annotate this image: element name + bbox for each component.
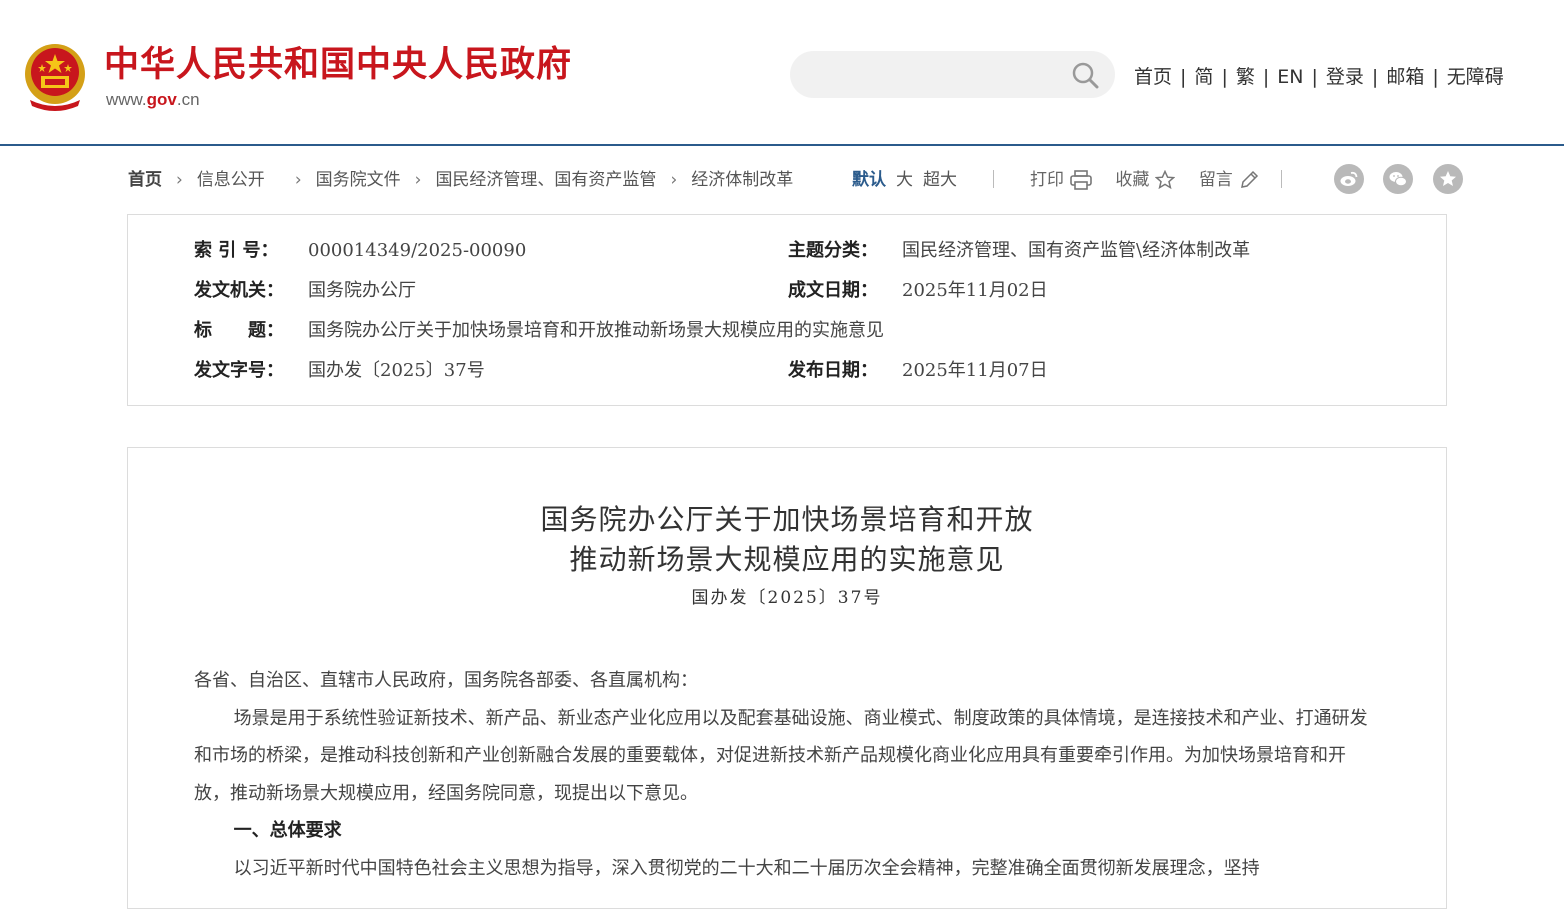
domain-gov: gov xyxy=(146,90,177,109)
info-value: 2025年11月07日 xyxy=(902,360,1048,381)
nav-separator: | xyxy=(1262,66,1270,88)
info-topic: 主题分类： 国民经济管理、国有资产监管\经济体制改革 xyxy=(788,239,1250,263)
info-value: 000014349/2025-00090 xyxy=(308,240,527,261)
toolbar-row: 首页 › 信息公开 › 国务院文件 › 国民经济管理、国有资产监管 › 经济体制改革 默认大超大… xyxy=(128,164,1463,194)
wechat-icon xyxy=(1389,172,1408,187)
section-heading: 一、总体要求 xyxy=(233,820,342,841)
site-header: 中华人民共和国中央人民政府 www.gov.cn 首页 | 简 | 繁 | EN | 登录 | 邮箱… xyxy=(0,0,1564,146)
breadcrumb-economic-reform[interactable]: 经济体制改革 xyxy=(691,166,793,194)
share-buttons xyxy=(1320,164,1463,203)
weibo-icon xyxy=(1340,171,1358,186)
document-info-box: 索 引 号： 000014349/2025-00090 主题分类： 国民经济管理、国… xyxy=(127,214,1447,406)
paragraph: 以习近平新时代中国特色社会主义思想为指导，深入贯彻党的二十大和二十届历次全会精神… xyxy=(233,857,1260,879)
site-title[interactable]: 中华人民共和国中央人民政府 xyxy=(104,42,572,88)
pencil-icon xyxy=(1240,170,1258,188)
divider xyxy=(1281,170,1282,188)
article-doc-number: 国办发〔2025〕37号 xyxy=(691,588,883,608)
favorite-share-button[interactable] xyxy=(1432,164,1463,194)
font-size-large[interactable]: 大 xyxy=(896,166,913,194)
nav-simplified[interactable]: 简 xyxy=(1194,64,1213,90)
domain-prefix: www. xyxy=(106,90,147,109)
nav-english[interactable]: EN xyxy=(1277,64,1303,90)
top-nav: 首页 | 简 | 繁 | EN | 登录 | 邮箱 | 无障碍 xyxy=(1134,64,1504,90)
article-tools: 打印 收藏 留言 xyxy=(1030,166,1277,194)
favorite-button[interactable]: 收藏 xyxy=(1115,166,1176,194)
info-label: 成文日期： xyxy=(788,280,878,301)
chevron-right-icon: › xyxy=(670,170,678,190)
info-label: 发文字号： xyxy=(194,360,284,381)
info-index: 索 引 号： 000014349/2025-00090 xyxy=(194,239,526,263)
chevron-right-icon: › xyxy=(294,170,302,190)
article-text: 各省、自治区、直辖市人民政府，国务院各部委、各直属机构： 场景是用于系统性验证新… xyxy=(194,662,1374,887)
weibo-share-button[interactable] xyxy=(1334,164,1364,194)
font-size-xlarge[interactable]: 超大 xyxy=(923,166,957,194)
print-button[interactable]: 打印 xyxy=(1030,166,1092,194)
nav-accessibility[interactable]: 无障碍 xyxy=(1447,64,1504,90)
nav-login[interactable]: 登录 xyxy=(1326,64,1364,90)
favorite-label: 收藏 xyxy=(1115,170,1150,190)
article-body: 国务院办公厅关于加快场景培育和开放 推动新场景大规模应用的实施意见 国办发〔20… xyxy=(127,447,1447,909)
nav-separator: | xyxy=(1180,66,1187,88)
chevron-right-icon: › xyxy=(414,170,422,190)
search-box xyxy=(790,51,1115,98)
chevron-right-icon: › xyxy=(176,170,183,190)
nav-separator: | xyxy=(1432,66,1439,88)
breadcrumb-economy-management[interactable]: 国民经济管理、国有资产监管 xyxy=(435,166,656,194)
font-size-switcher: 默认大超大 xyxy=(852,166,967,194)
info-label: 主题分类： xyxy=(788,240,878,261)
info-doc-number: 发文字号： 国办发〔2025〕37号 xyxy=(194,359,485,383)
divider xyxy=(993,170,994,188)
info-title: 标 题： 国务院办公厅关于加快场景培育和开放推动新场景大规模应用的实施意见 xyxy=(194,319,884,343)
nav-separator: | xyxy=(1221,66,1228,88)
info-label: 发文机关： xyxy=(194,280,284,301)
paragraph: 场景是用于系统性验证新技术、新产品、新业态产业化应用以及配套基础设施、商业模式、… xyxy=(194,707,1368,804)
nav-separator: | xyxy=(1371,66,1379,88)
info-value: 国务院办公厅关于加快场景培育和开放推动新场景大规模应用的实施意见 xyxy=(308,320,884,341)
nav-traditional[interactable]: 繁 xyxy=(1236,64,1255,90)
domain-suffix: .cn xyxy=(176,90,200,109)
info-written-date: 成文日期： 2025年11月02日 xyxy=(788,279,1048,303)
search-icon[interactable] xyxy=(1071,61,1099,89)
info-published-date: 发布日期： 2025年11月07日 xyxy=(788,359,1048,383)
article-title-line1: 国务院办公厅关于加快场景培育和开放 xyxy=(540,503,1034,536)
nav-mailbox[interactable]: 邮箱 xyxy=(1386,64,1424,90)
info-issuer: 发文机关： 国务院办公厅 xyxy=(194,279,416,303)
star-icon xyxy=(1155,170,1176,190)
info-label: 标 题： xyxy=(194,320,284,341)
breadcrumb-home[interactable]: 首页 xyxy=(128,166,162,194)
comment-label: 留言 xyxy=(1198,170,1233,190)
article-title-line2: 推动新场景大规模应用的实施意见 xyxy=(569,543,1005,576)
nav-home[interactable]: 首页 xyxy=(1134,64,1172,90)
breadcrumb: 首页 › 信息公开 › 国务院文件 › 国民经济管理、国有资产监管 › 经济体制改革 xyxy=(128,166,793,194)
star-icon xyxy=(1439,171,1456,186)
breadcrumb-info-disclosure[interactable]: 信息公开 xyxy=(197,166,265,194)
salutation: 各省、自治区、直辖市人民政府，国务院各部委、各直属机构： xyxy=(194,670,698,691)
comment-button[interactable]: 留言 xyxy=(1199,166,1259,194)
search-input[interactable] xyxy=(808,59,1072,91)
printer-icon xyxy=(1070,170,1092,190)
site-domain: www.gov.cn xyxy=(106,90,200,110)
info-value: 国办发〔2025〕37号 xyxy=(308,360,485,381)
info-value: 2025年11月02日 xyxy=(902,280,1048,301)
info-label: 发布日期： xyxy=(788,360,878,381)
print-label: 打印 xyxy=(1030,170,1064,190)
nav-separator: | xyxy=(1311,66,1318,88)
national-emblem-icon[interactable] xyxy=(22,42,88,112)
breadcrumb-state-council-docs[interactable]: 国务院文件 xyxy=(316,166,401,194)
info-label: 索 引 号： xyxy=(194,240,279,261)
wechat-share-button[interactable] xyxy=(1383,164,1414,194)
font-size-default[interactable]: 默认 xyxy=(852,166,886,194)
info-value: 国务院办公厅 xyxy=(308,280,416,301)
article-title: 国务院办公厅关于加快场景培育和开放 推动新场景大规模应用的实施意见 xyxy=(128,500,1446,580)
info-value: 国民经济管理、国有资产监管\经济体制改革 xyxy=(902,240,1251,261)
